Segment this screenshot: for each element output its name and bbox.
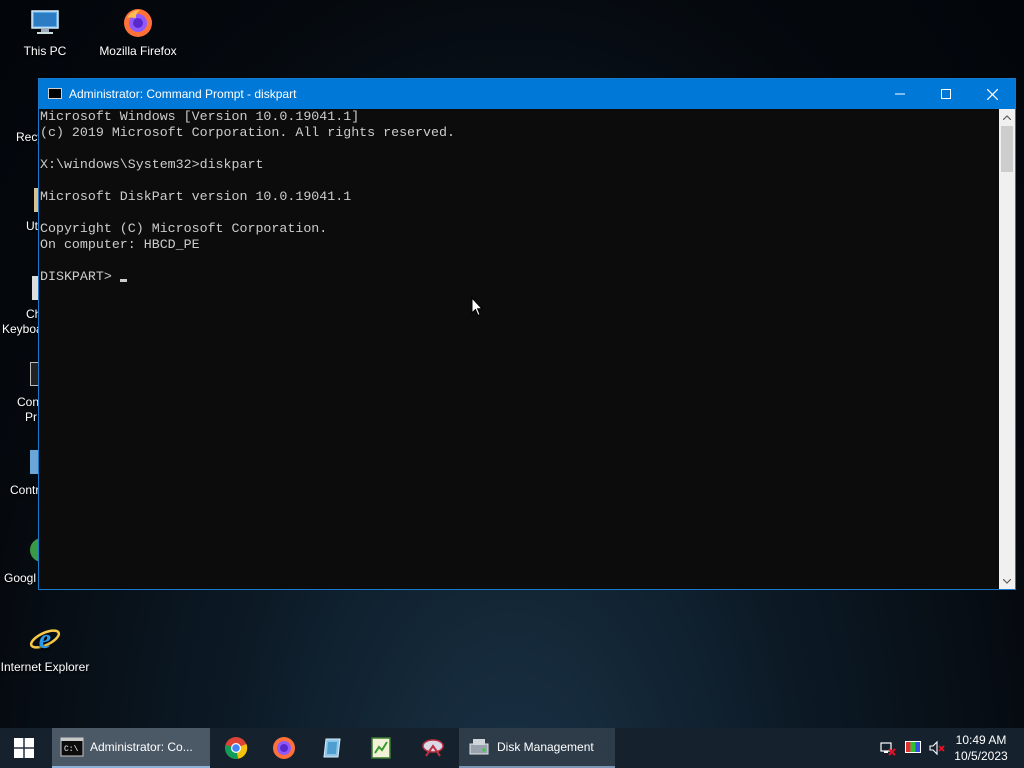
console-line: On computer: HBCD_PE	[40, 237, 200, 252]
scroll-thumb[interactable]	[1001, 126, 1013, 172]
scroll-up-button[interactable]	[999, 109, 1015, 125]
vertical-scrollbar[interactable]	[999, 109, 1015, 589]
desktop-icon-command-prompt-partial-2[interactable]: Pr	[25, 410, 37, 424]
close-button[interactable]	[969, 79, 1015, 109]
maximize-icon	[941, 89, 951, 99]
taskbar-pin-firefox[interactable]	[260, 728, 308, 768]
this-pc-icon	[31, 10, 59, 34]
explorer-icon	[323, 738, 341, 758]
taskbar: C:\ Administrator: Co... Disk Management…	[0, 728, 1024, 768]
display-color-icon[interactable]	[905, 740, 921, 756]
desktop-icon-google-chrome-partial[interactable]: Googl	[4, 571, 36, 585]
command-prompt-window[interactable]: Administrator: Command Prompt - diskpart…	[38, 78, 1016, 590]
window-titlebar[interactable]: Administrator: Command Prompt - diskpart	[39, 79, 1015, 109]
network-tool-icon	[422, 739, 444, 757]
desktop-icon-utilities-partial[interactable]: Ut	[26, 219, 38, 233]
clock-time: 10:49 AM	[955, 733, 1007, 747]
windows-start-icon	[14, 738, 34, 758]
console-output[interactable]: Microsoft Windows [Version 10.0.19041.1]…	[39, 109, 999, 589]
taskbar-item-disk-management[interactable]: Disk Management	[459, 728, 615, 768]
minimize-icon	[895, 93, 905, 95]
chevron-up-icon	[1003, 114, 1011, 120]
desktop-icon-control-panel-partial[interactable]: Contr	[10, 483, 39, 497]
system-clock[interactable]: 10:49 AM 10/5/2023	[950, 732, 1012, 764]
desktop-icon-label: This PC	[23, 44, 67, 58]
start-button[interactable]	[0, 728, 48, 768]
console-line: Microsoft Windows [Version 10.0.19041.1]	[40, 109, 360, 124]
console-line: Microsoft DiskPart version 10.0.19041.1	[40, 189, 352, 204]
taskbar-pin-explorer[interactable]	[308, 728, 356, 768]
console-line: (c) 2019 Microsoft Corporation. All righ…	[40, 125, 455, 140]
scroll-down-button[interactable]	[999, 573, 1015, 589]
desktop-icon-firefox[interactable]: Mozilla Firefox	[93, 6, 183, 58]
maximize-button[interactable]	[923, 79, 969, 109]
cmd-icon: C:\	[60, 737, 84, 757]
desktop-icon-internet-explorer[interactable]: e Internet Explorer	[0, 622, 90, 674]
taskbar-item-label: Disk Management	[497, 740, 594, 754]
svg-text:C:\: C:\	[64, 745, 79, 754]
disk-management-icon	[469, 739, 489, 755]
console-line: Copyright (C) Microsoft Corporation.	[40, 221, 328, 236]
console-line: X:\windows\System32>diskpart	[40, 157, 264, 172]
firefox-icon	[273, 737, 295, 759]
desktop-icon-label: Internet Explorer	[0, 660, 90, 674]
firefox-icon	[124, 9, 152, 37]
clock-date: 10/5/2023	[954, 749, 1008, 763]
desktop-icon-label: Mozilla Firefox	[99, 44, 177, 58]
chrome-icon	[225, 737, 248, 759]
taskbar-pin-notepad[interactable]	[357, 728, 405, 768]
desktop-icon-command-prompt-partial-1[interactable]: Con	[17, 395, 39, 409]
chevron-down-icon	[1003, 578, 1011, 584]
close-icon	[986, 88, 998, 100]
taskbar-item-command-prompt[interactable]: C:\ Administrator: Co...	[52, 728, 210, 768]
svg-text:e: e	[39, 624, 51, 655]
taskbar-pin-network-tool[interactable]	[409, 728, 457, 768]
console-prompt-line[interactable]: DISKPART>	[40, 269, 999, 285]
cmd-icon	[48, 88, 62, 99]
notepad-icon	[371, 737, 391, 759]
network-disconnected-icon[interactable]	[880, 740, 896, 756]
console-prompt: DISKPART>	[40, 269, 120, 284]
taskbar-item-label: Administrator: Co...	[90, 740, 193, 754]
internet-explorer-icon: e	[29, 624, 61, 655]
desktop-icon-keyboard-partial-2[interactable]: Keyboa	[2, 322, 43, 336]
volume-muted-icon[interactable]	[929, 740, 945, 756]
window-title: Administrator: Command Prompt - diskpart	[69, 87, 297, 101]
taskbar-pin-chrome[interactable]	[212, 728, 260, 768]
desktop-icon-this-pc[interactable]: This PC	[0, 6, 90, 58]
minimize-button[interactable]	[877, 79, 923, 109]
mouse-pointer-icon	[471, 297, 483, 317]
text-cursor	[119, 279, 127, 282]
